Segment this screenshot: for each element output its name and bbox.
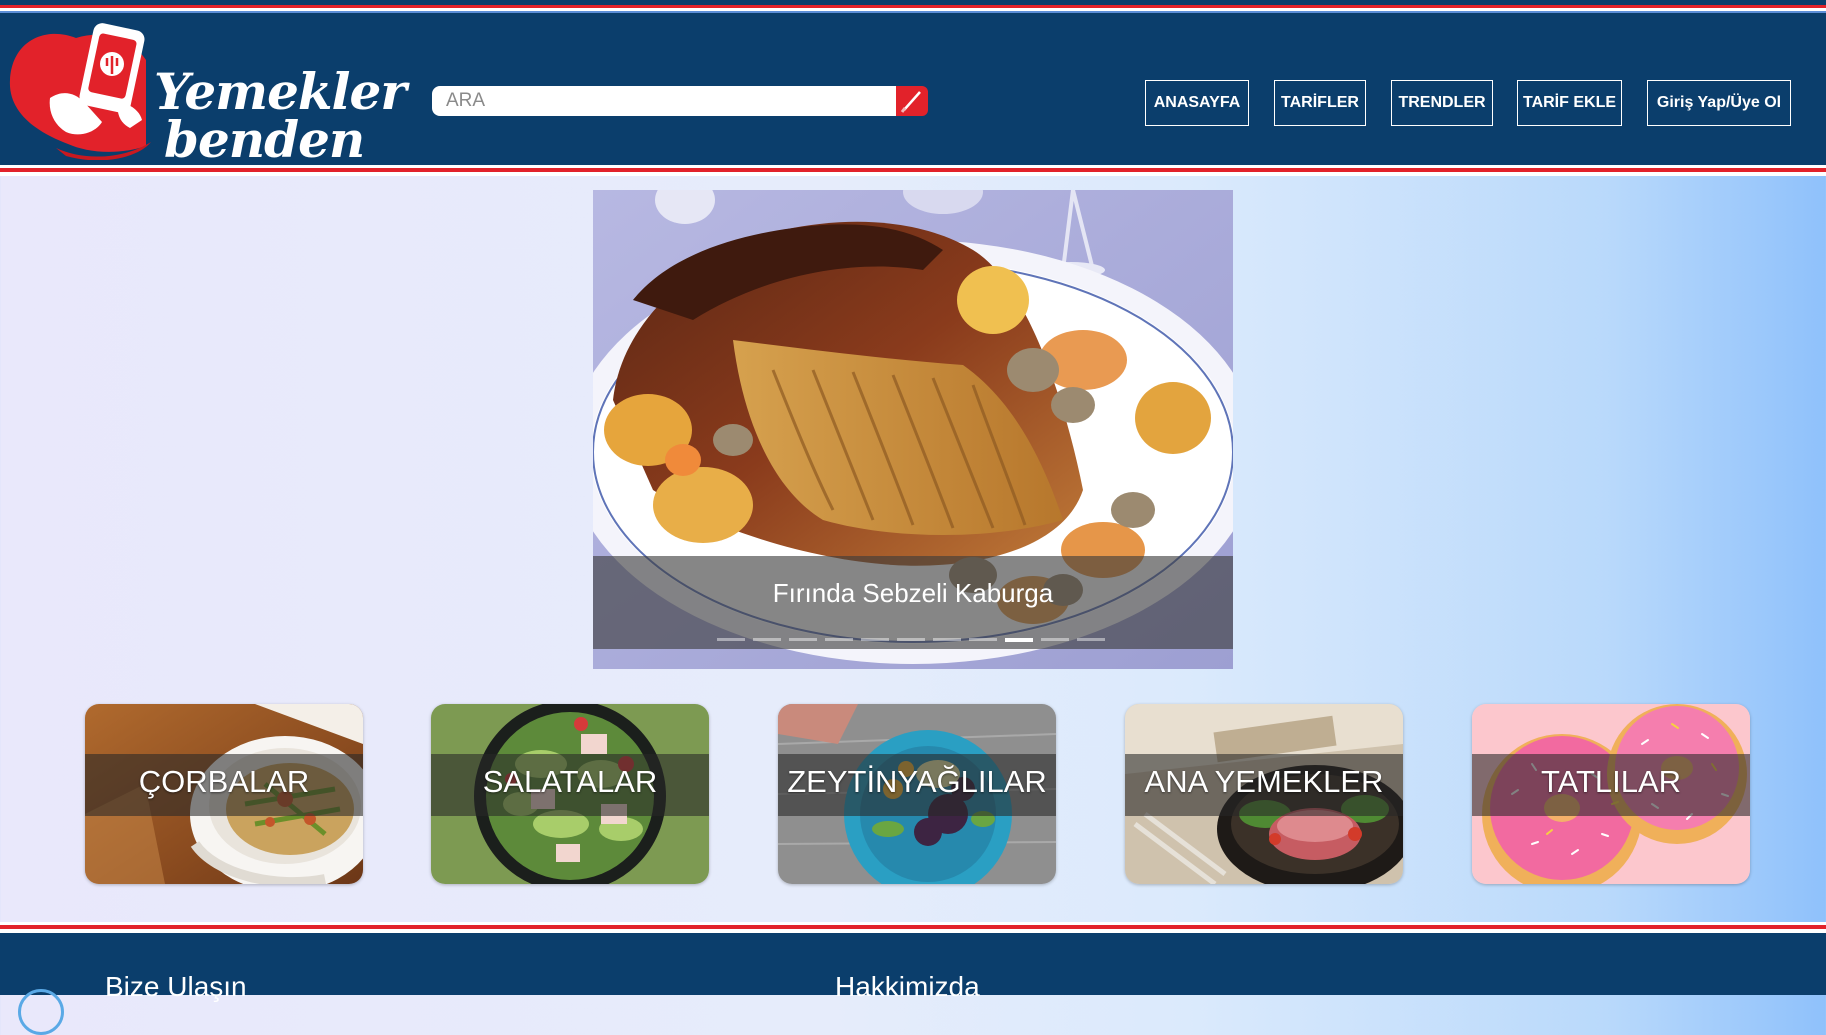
carousel-caption: Fırında Sebzeli Kaburga xyxy=(772,578,1054,608)
header-top-blue-stripe xyxy=(0,11,1826,13)
category-card-ana-yemekler[interactable]: ANA YEMEKLER xyxy=(1125,704,1403,884)
featured-carousel[interactable]: Fırında Sebzeli Kaburga xyxy=(593,190,1233,669)
carousel-indicator[interactable] xyxy=(1041,638,1069,641)
category-label-zeytinyaglilar: ZEYTİNYAĞLILAR xyxy=(787,764,1047,799)
main-nav: ANASAYFA TARİFLER TRENDLER TARİF EKLE Gi… xyxy=(0,80,1826,126)
carousel-indicator[interactable] xyxy=(789,638,817,641)
nav-login-register-button[interactable]: Giriş Yap/Üye Ol xyxy=(1647,80,1791,126)
carousel-indicator[interactable] xyxy=(753,638,781,641)
category-card-zeytinyaglilar[interactable]: ZEYTİNYAĞLILAR xyxy=(778,704,1056,884)
footer-about-title: Hakkimizda xyxy=(835,971,980,1002)
category-label-corbalar: ÇORBALAR xyxy=(138,764,310,799)
category-card-corbalar[interactable]: ÇORBALAR xyxy=(85,704,363,884)
footer-contact-icon xyxy=(18,989,64,1035)
carousel-indicator[interactable] xyxy=(969,638,997,641)
carousel-indicator[interactable] xyxy=(861,638,889,641)
carousel-indicator[interactable] xyxy=(933,638,961,641)
nav-tarifler-button[interactable]: TARİFLER xyxy=(1274,80,1366,126)
header-bottom-white-stripe-2 xyxy=(0,172,1826,176)
nav-anasayfa-button[interactable]: ANASAYFA xyxy=(1145,80,1249,126)
category-label-tatlilar: TATLILAR xyxy=(1540,764,1682,799)
nav-trendler-button[interactable]: TRENDLER xyxy=(1391,80,1493,126)
carousel-indicators xyxy=(717,638,1109,642)
carousel-indicator[interactable] xyxy=(825,638,853,641)
site-header: Yemekler benden ANASAYFA TARİFLER TRENDL… xyxy=(0,0,1826,176)
nav-tarif-ekle-button[interactable]: TARİF EKLE xyxy=(1517,80,1622,126)
category-label-salatalar: SALATALAR xyxy=(482,764,658,799)
category-card-tatlilar[interactable]: TATLILAR xyxy=(1472,704,1750,884)
carousel-indicator[interactable] xyxy=(717,638,745,641)
footer-contact-title: Bize Ulaşın xyxy=(105,971,247,1002)
category-card-salatalar[interactable]: SALATALAR xyxy=(431,704,709,884)
carousel-indicator[interactable] xyxy=(1077,638,1105,641)
category-label-ana-yemekler: ANA YEMEKLER xyxy=(1144,764,1384,799)
site-footer: Bize Ulaşın Hakkimizda xyxy=(0,933,1826,1035)
carousel-indicator[interactable] xyxy=(897,638,925,641)
carousel-indicator[interactable] xyxy=(1005,638,1033,642)
